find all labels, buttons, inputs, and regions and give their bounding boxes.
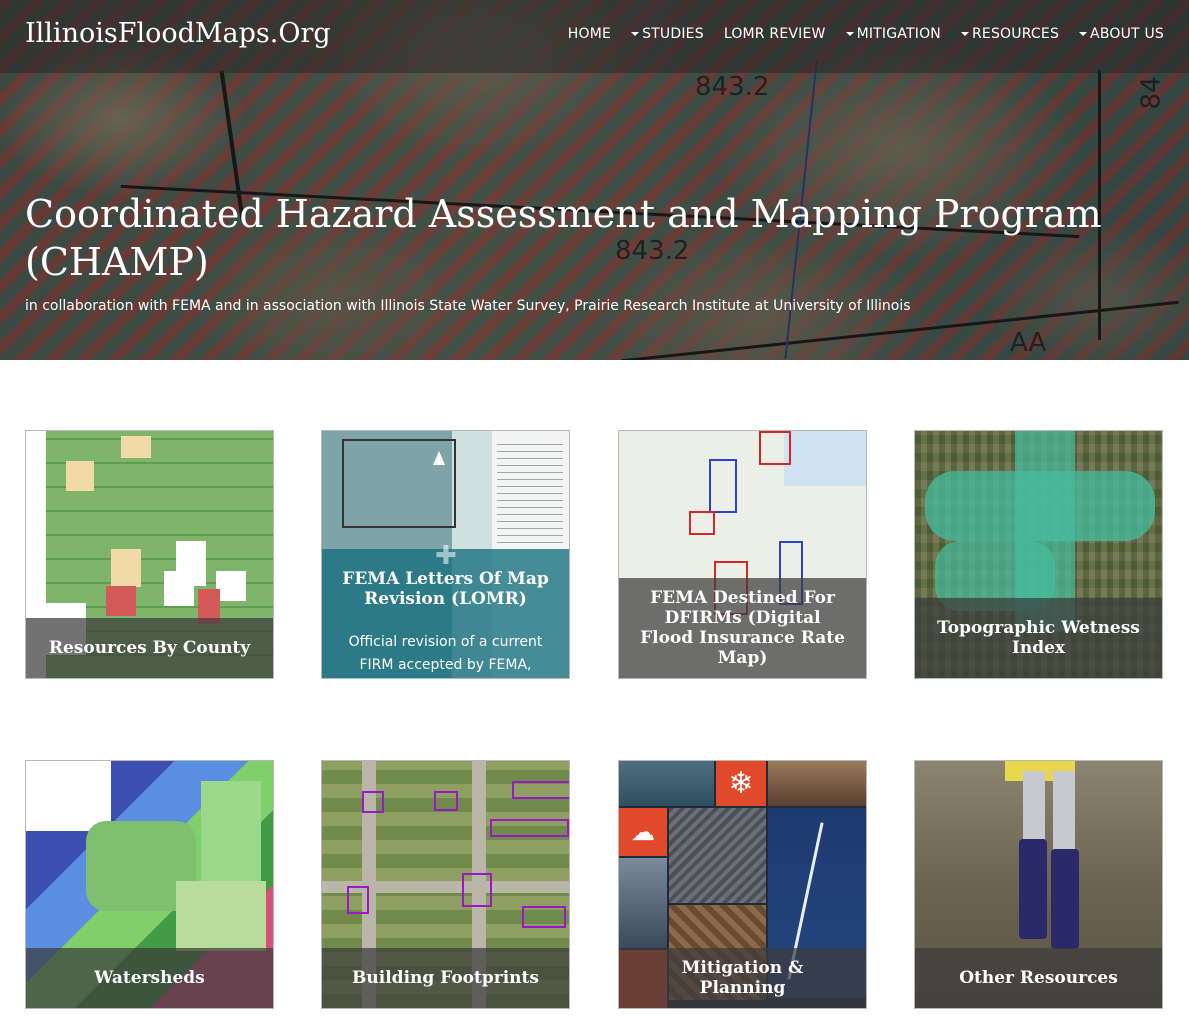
top-navbar: IllinoisFloodMaps.Org HOME STUDIES LOMR …	[0, 0, 1189, 73]
building-footprint	[490, 819, 569, 837]
nav-mitigation-label: MITIGATION	[856, 26, 941, 42]
leg-shape	[1023, 771, 1045, 841]
tile-caption: Other Resources	[915, 948, 1162, 1008]
main-nav: HOME STUDIES LOMR REVIEW MITIGATION RESO…	[548, 26, 1164, 42]
county-shape	[66, 461, 94, 491]
nav-about-us[interactable]: ABOUT US	[1079, 26, 1164, 42]
tile-caption: FEMA Destined For DFIRMs (Digital Flood …	[619, 578, 866, 678]
building-footprint	[362, 791, 384, 813]
county-shape	[216, 571, 246, 601]
tile-watersheds[interactable]: Watersheds	[25, 760, 274, 1009]
building-footprint	[462, 873, 492, 907]
page-title: Coordinated Hazard Assessment and Mappin…	[25, 192, 1102, 284]
tile-caption: Mitigation & Planning	[619, 948, 866, 1008]
watershed-region	[201, 781, 261, 881]
building-footprint	[434, 791, 458, 811]
leg-shape	[1053, 771, 1075, 851]
site-brand-link[interactable]: IllinoisFloodMaps.Org	[25, 18, 331, 49]
watershed-region	[176, 881, 266, 951]
tile-caption: Building Footprints	[322, 948, 569, 1008]
tile-resources-by-county[interactable]: Resources By County	[25, 430, 274, 679]
collage-photo	[669, 808, 766, 903]
caret-down-icon	[960, 32, 969, 36]
county-shape	[121, 436, 151, 458]
caret-down-icon	[631, 32, 640, 36]
tile-caption: Resources By County	[26, 618, 273, 678]
building-footprint	[347, 886, 369, 914]
document-text-block	[497, 439, 563, 549]
nav-resources-label: RESOURCES	[971, 26, 1060, 42]
tile-other-resources[interactable]: Other Resources	[914, 760, 1163, 1009]
tile-building-footprints[interactable]: Building Footprints	[321, 760, 570, 1009]
dfirm-outline	[709, 459, 737, 513]
tile-description: Official revision of a current FIRM acce…	[348, 634, 543, 673]
page-subtitle: in collaboration with FEMA and in associ…	[25, 298, 911, 314]
nav-studies-label: STUDIES	[642, 26, 704, 42]
dfirm-outline	[759, 431, 791, 465]
building-footprint	[522, 906, 566, 928]
nav-home-label: HOME	[567, 26, 612, 42]
tile-hover-panel: ✚ FEMA Letters Of Map Revision (LOMR) Of…	[322, 541, 569, 678]
map-legend-box	[26, 761, 111, 831]
snowflake-icon: ❄	[716, 761, 766, 806]
caret-down-icon	[845, 32, 854, 36]
plus-icon: ✚	[435, 541, 457, 571]
lake-shape	[784, 431, 866, 486]
dfirm-outline	[689, 511, 715, 535]
collage-photo	[768, 761, 866, 806]
nav-lomr-review-label: LOMR REVIEW	[723, 26, 826, 42]
nav-mitigation[interactable]: MITIGATION	[845, 26, 941, 42]
nav-resources[interactable]: RESOURCES	[960, 26, 1060, 42]
collage-photo	[619, 858, 667, 948]
county-shape	[111, 549, 141, 587]
nav-studies[interactable]: STUDIES	[631, 26, 704, 42]
tile-fema-dfirms[interactable]: FEMA Destined For DFIRMs (Digital Flood …	[618, 430, 867, 679]
rain-cloud-icon: ☁	[619, 808, 667, 856]
tile-caption: FEMA Letters Of Map Revision (LOMR)	[342, 569, 549, 609]
boot-shape	[1019, 839, 1047, 939]
building-footprint	[512, 781, 569, 799]
nav-about-us-label: ABOUT US	[1090, 26, 1164, 42]
nav-lomr-review[interactable]: LOMR REVIEW	[724, 26, 826, 42]
caret-down-icon	[1079, 32, 1088, 36]
mouse-cursor-icon	[433, 451, 445, 465]
tile-topographic-wetness-index[interactable]: Topographic Wetness Index	[914, 430, 1163, 679]
nav-home[interactable]: HOME	[568, 26, 611, 42]
boot-shape	[1051, 849, 1079, 949]
tile-caption: Topographic Wetness Index	[915, 598, 1162, 678]
collage-photo	[619, 761, 714, 806]
tile-caption: Watersheds	[26, 948, 273, 1008]
tile-mitigation-planning[interactable]: ❄ ☁ Mitigation & Planning	[618, 760, 867, 1009]
county-shape	[106, 586, 136, 616]
county-shape	[164, 571, 194, 606]
tile-lomr[interactable]: ✚ FEMA Letters Of Map Revision (LOMR) Of…	[321, 430, 570, 679]
